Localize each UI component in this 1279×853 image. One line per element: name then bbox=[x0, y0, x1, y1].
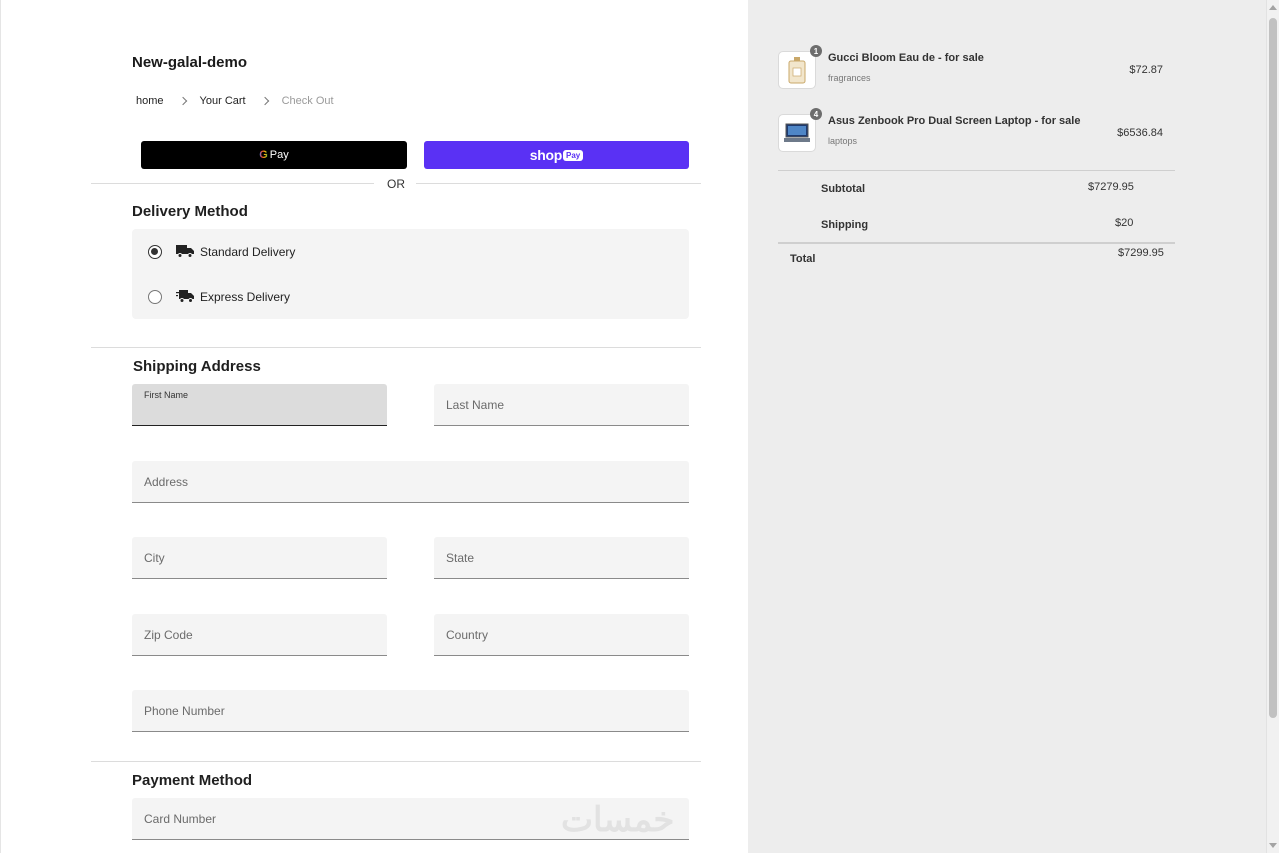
scroll-up-icon[interactable] bbox=[1269, 5, 1277, 10]
first-name-field[interactable]: First Name bbox=[132, 384, 387, 426]
or-divider-left bbox=[91, 183, 374, 184]
summary-divider bbox=[778, 242, 1175, 244]
item-price: $72.87 bbox=[1129, 64, 1163, 76]
shipping-value: $20 bbox=[1115, 217, 1134, 229]
address-field[interactable]: Address bbox=[132, 461, 689, 503]
delivery-option-standard[interactable]: Standard Delivery bbox=[132, 229, 689, 274]
laptop-icon bbox=[784, 123, 810, 142]
city-placeholder: City bbox=[144, 550, 165, 565]
zip-code-field[interactable]: Zip Code bbox=[132, 614, 387, 656]
total-label: Total bbox=[790, 253, 816, 265]
chevron-right-icon bbox=[260, 96, 269, 106]
or-label: OR bbox=[387, 177, 405, 191]
breadcrumb-home[interactable]: home bbox=[136, 95, 164, 107]
item-name: Gucci Bloom Eau de - for sale bbox=[828, 52, 984, 64]
scrollbar-thumb[interactable] bbox=[1269, 18, 1277, 718]
summary-divider bbox=[778, 170, 1175, 171]
delivery-options: Standard Delivery Express Delivery bbox=[132, 229, 689, 319]
watermark-logo: خمسات bbox=[561, 801, 675, 839]
breadcrumb-cart[interactable]: Your Cart bbox=[200, 95, 246, 107]
shipping-label: Shipping bbox=[821, 219, 869, 231]
standard-delivery-label: Standard Delivery bbox=[200, 244, 296, 259]
shop-pay-button[interactable]: shop Pay bbox=[424, 141, 689, 169]
city-field[interactable]: City bbox=[132, 537, 387, 579]
or-divider-right bbox=[416, 183, 701, 184]
delivery-option-express[interactable]: Express Delivery bbox=[132, 274, 689, 319]
last-name-placeholder: Last Name bbox=[446, 397, 505, 412]
total-value: $7299.95 bbox=[1118, 247, 1164, 259]
zip-code-placeholder: Zip Code bbox=[144, 627, 193, 642]
address-placeholder: Address bbox=[144, 474, 189, 489]
checkout-form-pane: New-galal-demo home Your Cart Check Out … bbox=[0, 0, 748, 853]
cart-item: 4 Asus Zenbook Pro Dual Screen Laptop - … bbox=[778, 108, 1175, 154]
section-divider bbox=[91, 761, 701, 762]
shop-pay-badge: Pay bbox=[563, 149, 584, 161]
google-pay-label: Pay bbox=[269, 149, 289, 161]
chevron-right-icon bbox=[178, 96, 187, 106]
radio-express-delivery[interactable] bbox=[148, 289, 162, 304]
breadcrumb: home Your Cart Check Out bbox=[136, 95, 334, 107]
product-thumbnail bbox=[778, 51, 816, 89]
fast-truck-icon bbox=[176, 290, 194, 303]
page-scrollbar[interactable] bbox=[1266, 0, 1279, 853]
state-placeholder: State bbox=[446, 550, 475, 565]
country-placeholder: Country bbox=[446, 627, 489, 642]
delivery-method-title: Delivery Method bbox=[132, 203, 248, 220]
first-name-label: First Name bbox=[144, 390, 189, 400]
google-logo-icon: G bbox=[259, 149, 268, 161]
scroll-down-icon[interactable] bbox=[1269, 843, 1277, 848]
payment-method-title: Payment Method bbox=[132, 772, 253, 789]
item-category: fragrances bbox=[828, 73, 871, 83]
breadcrumb-checkout: Check Out bbox=[281, 95, 334, 107]
google-pay-button[interactable]: G Pay bbox=[141, 141, 407, 169]
phone-number-field[interactable]: Phone Number bbox=[132, 690, 689, 732]
state-field[interactable]: State bbox=[434, 537, 689, 579]
country-field[interactable]: Country bbox=[434, 614, 689, 656]
product-thumbnail bbox=[778, 114, 816, 152]
subtotal-value: $7279.95 bbox=[1088, 181, 1134, 193]
express-delivery-label: Express Delivery bbox=[200, 289, 291, 304]
phone-number-placeholder: Phone Number bbox=[144, 703, 225, 718]
cart-item: 1 Gucci Bloom Eau de - for sale fragranc… bbox=[778, 45, 1175, 91]
item-price: $6536.84 bbox=[1117, 127, 1163, 139]
subtotal-label: Subtotal bbox=[821, 183, 865, 195]
card-number-placeholder: Card Number bbox=[144, 811, 217, 826]
section-divider bbox=[91, 347, 701, 348]
shop-pay-logo: shop bbox=[529, 147, 563, 163]
quantity-badge: 1 bbox=[810, 45, 822, 57]
truck-icon bbox=[176, 245, 194, 258]
item-category: laptops bbox=[828, 136, 858, 146]
last-name-field[interactable]: Last Name bbox=[434, 384, 689, 426]
shipping-address-title: Shipping Address bbox=[133, 358, 261, 375]
perfume-icon bbox=[788, 57, 806, 84]
quantity-badge: 4 bbox=[810, 108, 822, 120]
store-name[interactable]: New-galal-demo bbox=[132, 54, 247, 71]
radio-standard-delivery[interactable] bbox=[148, 244, 162, 259]
item-name: Asus Zenbook Pro Dual Screen Laptop - fo… bbox=[828, 115, 1081, 127]
